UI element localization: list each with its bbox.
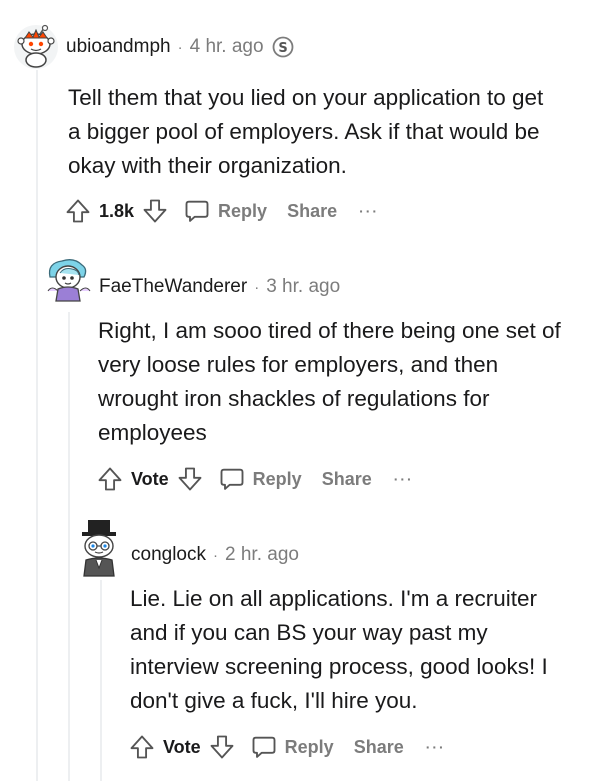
downvote-icon bbox=[210, 735, 234, 759]
upvote-button[interactable] bbox=[64, 197, 92, 225]
reply-button[interactable]: Reply bbox=[250, 733, 334, 761]
reply-label: Reply bbox=[252, 468, 302, 489]
timestamp[interactable]: 3 hr. ago bbox=[266, 276, 340, 298]
reply-button[interactable]: Reply bbox=[218, 465, 302, 493]
vote-count: 1.8k bbox=[99, 200, 135, 221]
downvote-icon bbox=[143, 199, 167, 223]
comment-body: Tell them that you lied on your applicat… bbox=[68, 81, 588, 183]
username[interactable]: ubioandmph bbox=[66, 36, 171, 58]
vote-label: Vote bbox=[131, 468, 169, 489]
timestamp[interactable]: 2 hr. ago bbox=[225, 544, 299, 566]
upvote-icon bbox=[66, 199, 90, 223]
more-options-button[interactable]: ··· bbox=[359, 203, 379, 219]
fairy-avatar-icon bbox=[47, 259, 91, 302]
meta-separator: · bbox=[177, 38, 183, 56]
upvote-icon bbox=[130, 735, 154, 759]
more-options-button[interactable]: ··· bbox=[394, 471, 414, 487]
downvote-button[interactable] bbox=[208, 733, 236, 761]
reply-label: Reply bbox=[218, 200, 268, 221]
thread-line-level-3[interactable] bbox=[100, 580, 102, 781]
comment-line: Tell them that you lied on your applicat… bbox=[68, 85, 544, 110]
avatar[interactable] bbox=[74, 518, 124, 578]
thread-line-level-1[interactable] bbox=[36, 70, 38, 781]
comment-line: wrought iron shackles of regulations for bbox=[98, 386, 490, 411]
avatar[interactable] bbox=[44, 255, 94, 305]
meta-separator: · bbox=[213, 546, 218, 564]
vote-label: Vote bbox=[163, 736, 201, 757]
badge-icon: S bbox=[272, 36, 293, 58]
comment-actions: Vote Reply Share ··· bbox=[96, 461, 414, 497]
comment-body: Lie. Lie on all applications. I'm a recr… bbox=[130, 582, 595, 718]
comment-line: employees bbox=[98, 420, 207, 445]
avatar[interactable] bbox=[13, 24, 59, 70]
downvote-icon bbox=[178, 467, 202, 491]
user-badge: S bbox=[272, 36, 294, 58]
comment-line: okay with their organization. bbox=[68, 153, 347, 178]
comment-meta: conglock · 2 hr. ago bbox=[131, 544, 299, 566]
comment-line: don't give a fuck, I'll hire you. bbox=[130, 688, 418, 713]
comment-line: and if you can BS your way past my bbox=[130, 620, 488, 645]
tophat-avatar-icon bbox=[82, 520, 116, 577]
downvote-button[interactable] bbox=[141, 197, 169, 225]
comment-meta: FaeTheWanderer · 3 hr. ago bbox=[99, 276, 340, 298]
comment-bubble-icon bbox=[252, 736, 276, 758]
comment-line: very loose rules for employers, and then bbox=[98, 352, 499, 377]
downvote-button[interactable] bbox=[176, 465, 204, 493]
snoo-avatar-icon bbox=[14, 24, 58, 69]
thread-line-level-2[interactable] bbox=[68, 312, 70, 781]
comment-body: Right, I am sooo tired of there being on… bbox=[98, 314, 593, 450]
reply-button[interactable]: Reply bbox=[183, 197, 267, 225]
comment-line: interview screening process, good looks!… bbox=[130, 654, 548, 679]
share-button[interactable]: Share bbox=[354, 737, 404, 758]
more-options-button[interactable]: ··· bbox=[426, 739, 446, 755]
meta-separator: · bbox=[254, 278, 260, 296]
comment-line: Lie. Lie on all applications. I'm a recr… bbox=[130, 586, 537, 611]
comment-bubble-icon bbox=[185, 200, 209, 222]
comment-line: Right, I am sooo tired of there being on… bbox=[98, 318, 561, 343]
comment-bubble-icon bbox=[220, 468, 244, 490]
timestamp[interactable]: 4 hr. ago bbox=[190, 36, 264, 58]
upvote-button[interactable] bbox=[128, 733, 156, 761]
share-button[interactable]: Share bbox=[287, 201, 337, 222]
reply-label: Reply bbox=[284, 736, 334, 757]
username[interactable]: conglock bbox=[131, 544, 206, 566]
comment-actions: Vote Reply Share ··· bbox=[128, 729, 446, 765]
comment-actions: 1.8k Reply Share ··· bbox=[64, 193, 379, 229]
share-button[interactable]: Share bbox=[322, 469, 372, 490]
upvote-button[interactable] bbox=[96, 465, 124, 493]
upvote-icon bbox=[98, 467, 122, 491]
badge-label: S bbox=[278, 41, 287, 56]
username[interactable]: FaeTheWanderer bbox=[99, 276, 247, 298]
comment-line: a bigger pool of employers. Ask if that … bbox=[68, 119, 540, 144]
comment-meta: ubioandmph · 4 hr. ago S bbox=[66, 36, 294, 58]
